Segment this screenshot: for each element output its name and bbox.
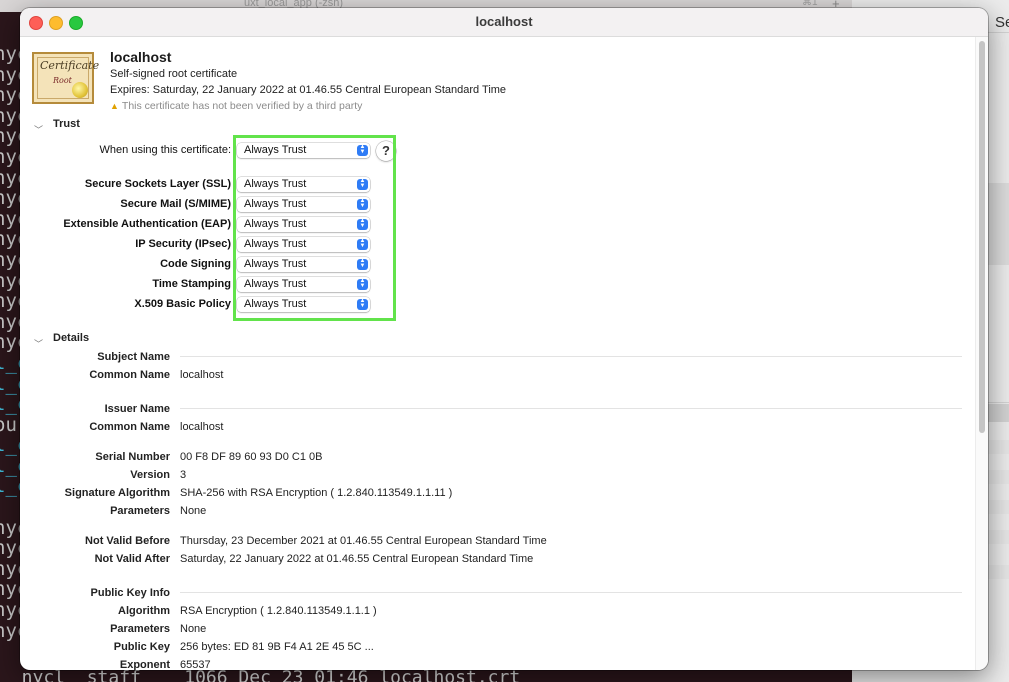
subject-name-divider xyxy=(180,356,962,357)
row-block xyxy=(988,530,1009,544)
details-disclosure-chevron-icon[interactable]: ﹀ xyxy=(34,337,43,350)
certificate-window: localhost Certificate Root localhost Sel… xyxy=(20,8,988,670)
certificate-warning: ▲ This certificate has not been verified … xyxy=(110,100,362,112)
certificate-icon-subcaption: Root xyxy=(53,76,72,85)
subject-common-name-label: Common Name xyxy=(89,369,170,381)
window-titlebar[interactable]: localhost xyxy=(20,8,988,37)
version-value: 3 xyxy=(180,469,187,481)
divider xyxy=(988,402,1009,403)
not-valid-after-label: Not Valid After xyxy=(94,553,170,565)
certificate-name: localhost xyxy=(110,49,172,65)
algorithm-label: Algorithm xyxy=(118,605,170,617)
exponent-label: Exponent xyxy=(119,659,170,670)
key-parameters-label: Parameters xyxy=(110,623,170,635)
panel-block xyxy=(988,183,1009,265)
trust-policy-label: IP Security (IPsec) xyxy=(135,238,231,250)
certificate-content: Certificate Root localhost Self-signed r… xyxy=(20,37,988,670)
not-valid-before-label: Not Valid Before xyxy=(85,535,170,547)
trust-section-heading[interactable]: Trust xyxy=(53,118,80,130)
when-using-label: When using this certificate: xyxy=(99,144,231,156)
not-valid-before-value: Thursday, 23 December 2021 at 01.46.55 C… xyxy=(180,535,547,547)
algorithm-value: RSA Encryption ( 1.2.840.113549.1.1.1 ) xyxy=(180,605,377,617)
public-key-info-divider xyxy=(180,592,962,593)
row-block xyxy=(988,470,1009,484)
trust-policy-label: X.509 Basic Policy xyxy=(134,298,231,310)
terminal-tab-shortcut: ⌘1 xyxy=(802,0,818,8)
details-section-heading[interactable]: Details xyxy=(53,332,89,344)
certificate-warning-text: This certificate has not been verified b… xyxy=(121,100,363,112)
seal-icon xyxy=(72,82,88,98)
public-key-info-heading: Public Key Info xyxy=(90,587,170,599)
version-label: Version xyxy=(130,469,170,481)
certificate-expiry: Expires: Saturday, 22 January 2022 at 01… xyxy=(110,84,507,96)
window-title: localhost xyxy=(475,14,533,29)
trust-highlight-box xyxy=(233,135,396,321)
serial-number-value: 00 F8 DF 89 60 93 D0 C1 0B xyxy=(180,451,323,463)
scrollbar-thumb[interactable] xyxy=(979,41,985,433)
certificate-icon: Certificate Root xyxy=(32,52,99,104)
public-key-label: Public Key xyxy=(113,641,170,653)
signature-algorithm-label: Signature Algorithm xyxy=(64,487,170,499)
subject-common-name-value: localhost xyxy=(180,369,224,381)
trust-policy-label: Code Signing xyxy=(160,258,231,270)
trust-disclosure-chevron-icon[interactable]: ﹀ xyxy=(34,123,43,136)
background-app-tab[interactable]: Se xyxy=(995,14,1009,31)
exponent-value: 65537 xyxy=(180,659,211,670)
trust-policy-label: Extensible Authentication (EAP) xyxy=(63,218,231,230)
serial-number-label: Serial Number xyxy=(95,451,170,463)
parameters-value: None xyxy=(180,505,207,517)
issuer-name-divider xyxy=(180,408,962,409)
divider xyxy=(988,32,1009,33)
not-valid-after-value: Saturday, 22 January 2022 at 01.46.55 Ce… xyxy=(180,553,534,565)
key-parameters-value: None xyxy=(180,623,207,635)
row-block xyxy=(988,565,1009,579)
row-block xyxy=(988,500,1009,514)
vertical-scrollbar[interactable] xyxy=(975,37,988,670)
parameters-label: Parameters xyxy=(110,505,170,517)
public-key-value: 256 bytes: ED 81 9B F4 A1 2E 45 5C ... xyxy=(180,641,374,653)
trust-policy-label: Secure Mail (S/MIME) xyxy=(120,198,231,210)
certificate-icon-caption: Certificate xyxy=(40,59,100,72)
row-block xyxy=(988,440,1009,454)
signature-algorithm-value: SHA-256 with RSA Encryption ( 1.2.840.11… xyxy=(180,487,453,499)
issuer-common-name-label: Common Name xyxy=(89,421,170,433)
warning-icon: ▲ xyxy=(110,101,119,111)
issuer-name-heading: Issuer Name xyxy=(104,403,170,415)
issuer-common-name-value: localhost xyxy=(180,421,224,433)
subject-name-heading: Subject Name xyxy=(97,351,170,363)
trust-policy-label: Time Stamping xyxy=(152,278,231,290)
certificate-type: Self-signed root certificate xyxy=(110,68,238,80)
row-block xyxy=(988,404,1009,422)
trust-policy-label: Secure Sockets Layer (SSL) xyxy=(84,178,231,190)
